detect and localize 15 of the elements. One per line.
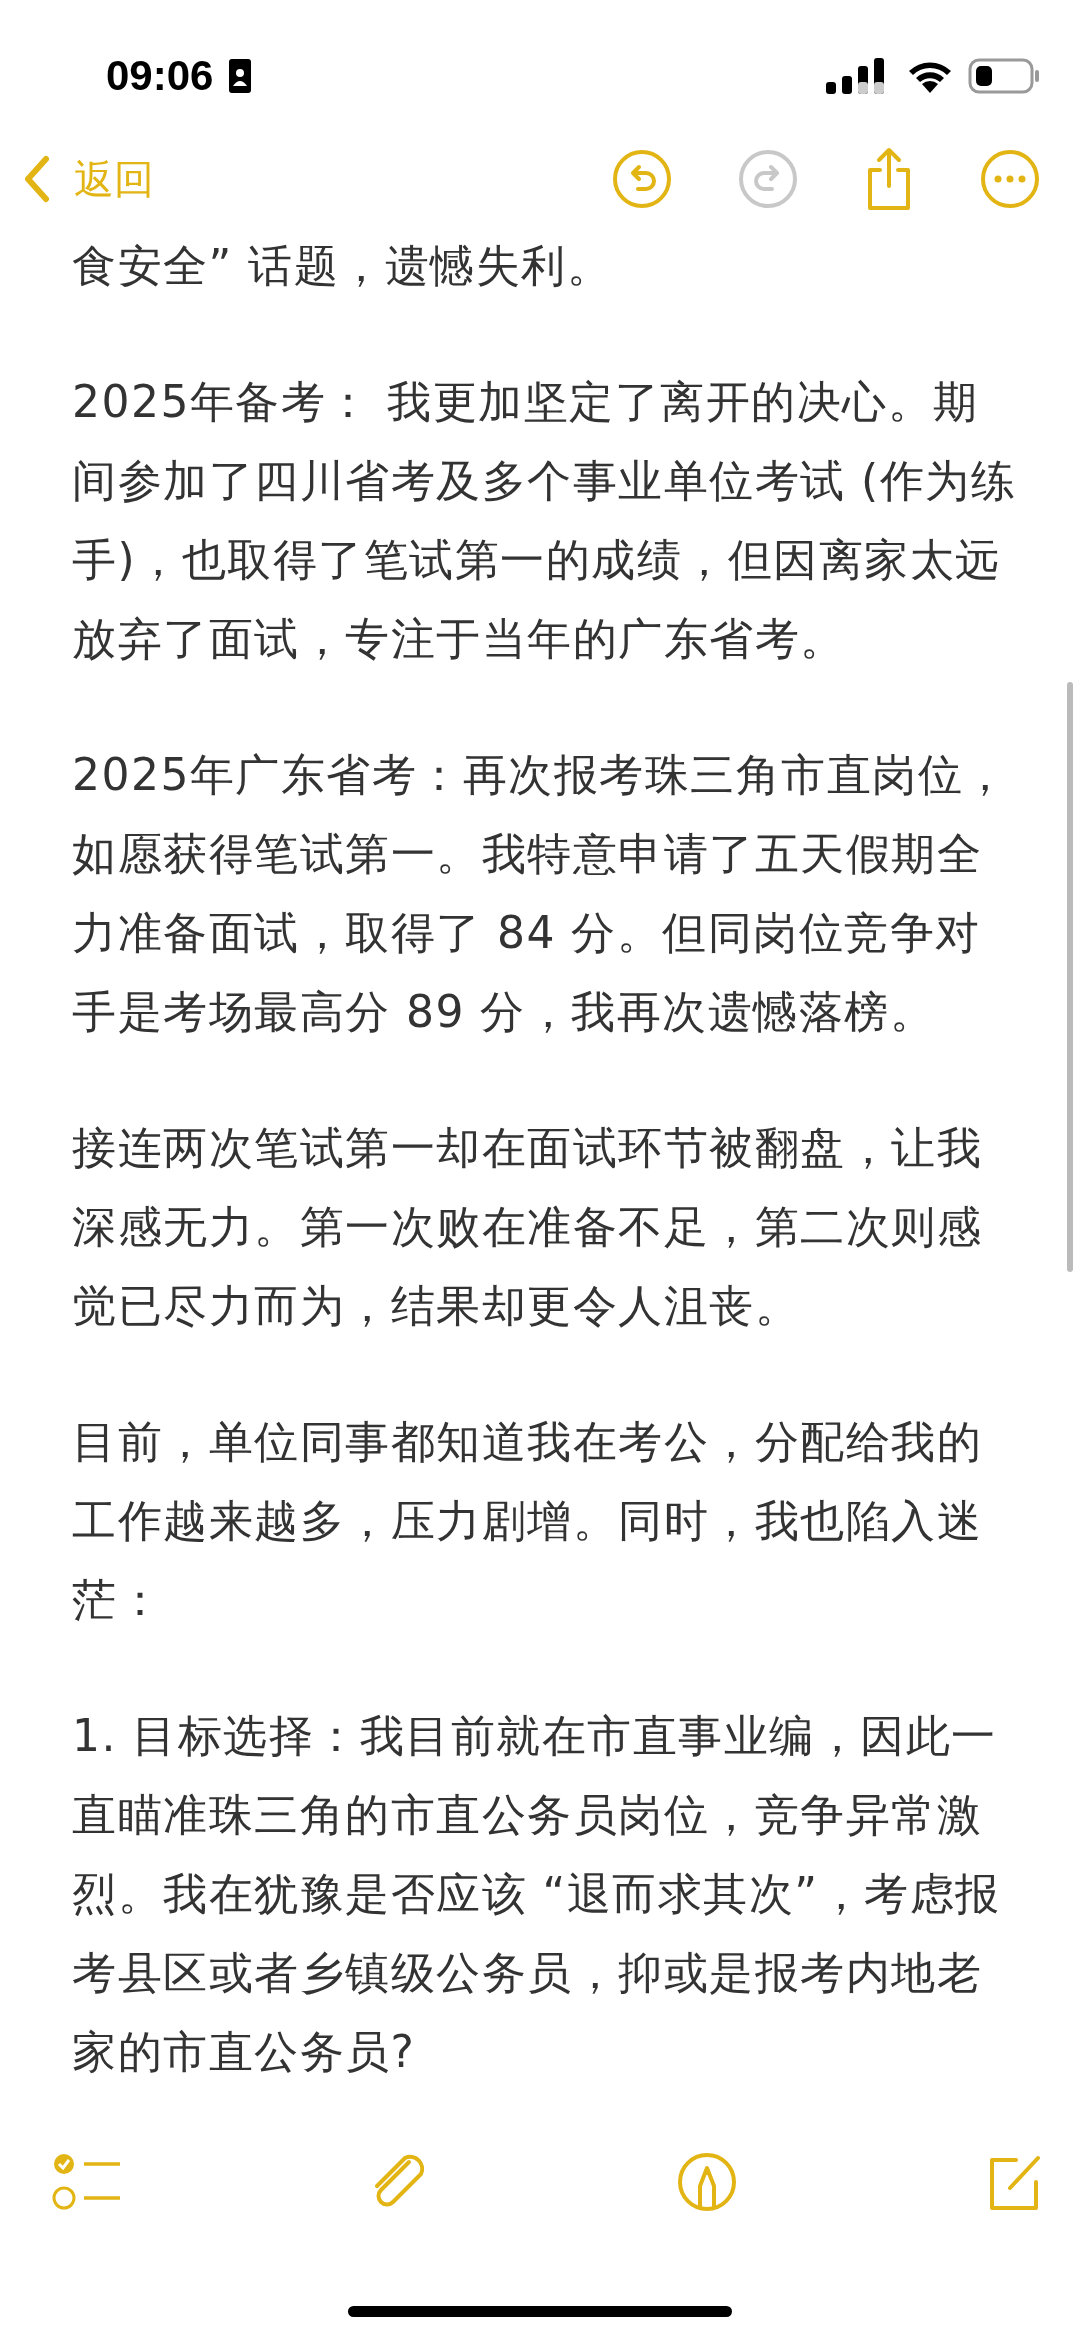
note-paragraph: 食安全” 话题，遗憾失利。 [72,239,614,293]
battery-icon [968,58,1040,94]
back-chevron-icon [22,155,52,203]
id-card-icon [229,59,252,93]
undo-icon[interactable] [612,149,672,209]
note-paragraph: 目前，单位同事都知道我在考公，分配给我的工作越来越多，压力剧增。同时，我也陷入迷茫： [72,1415,983,1627]
redo-icon[interactable] [738,149,798,209]
note-paragraph: 2025年广东省考：再次报考珠三角市直岗位，如愿获得笔试第一。我特意申请了五天假期全力准备面试，取得了 84 分。但同岗位竞争对手是考场最高分 89 分，我再次遗憾落榜。 [72,748,1010,1039]
note-paragraph: 1. 目标选择：我目前就在市直事业编，因此一直瞄准珠三角的市直公务员岗位，竞争异常激烈。我在犹豫是否应该 “退而求其次”，考虑报考县区或者乡镇级公务员，抑或是报考内地老家的市直公务员? [72,1709,1002,2079]
markup-pen-icon[interactable] [676,2152,737,2213]
status-time: 09:06 [106,52,214,100]
note-paragraph: 2025年备考： 我更加坚定了离开的决心。期间参加了四川省考及多个事业单位考试 (作为练手)，也取得了笔试第一的成绩，但因离家太远放弃了面试，专注于当年的广东省考。 [72,375,1017,666]
note-paragraph: 接连两次笔试第一却在面试环节被翻盘，让我深感无力。第一次败在准备不足，第二次则感觉已尽力而为，结果却更令人沮丧。 [72,1121,983,1333]
back-button[interactable]: 返回 [22,151,154,207]
more-icon[interactable] [980,149,1040,209]
